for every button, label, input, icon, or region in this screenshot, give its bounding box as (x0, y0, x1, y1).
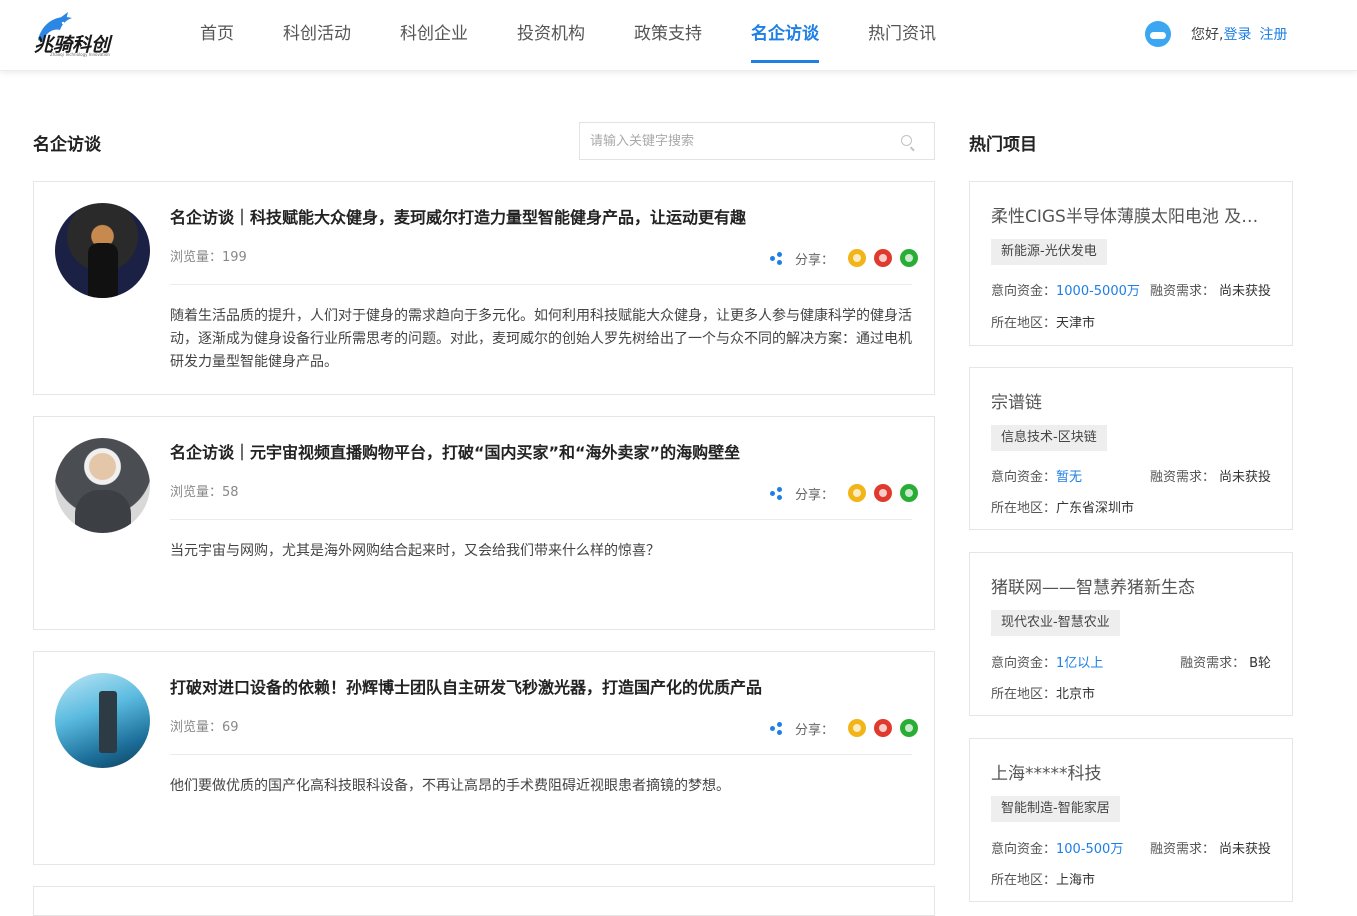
project-fund: 意向资金：1000-5000万 (991, 284, 1140, 299)
project-financing-need: 融资需求： B轮 (1180, 656, 1271, 671)
page-title: 名企访谈 (33, 135, 101, 155)
qzone-icon[interactable] (848, 484, 867, 502)
project-fund: 意向资金：100-500万 (991, 842, 1124, 857)
project-card[interactable]: 上海*****科技 智能制造-智能家居 意向资金：100-500万 融资需求：尚… (969, 738, 1293, 902)
project-name[interactable]: 宗谱链 (991, 388, 1271, 413)
article-title[interactable]: 名企访谈｜科技赋能大众健身，麦珂威尔打造力量型智能健身产品，让运动更有趣 (170, 204, 746, 228)
project-region: 所在地区：上海市 (991, 873, 1096, 888)
article-card[interactable]: 打破对进口设备的依赖！孙辉博士团队自主研发飞秒激光器，打造国产化的优质产品 浏览… (33, 651, 935, 865)
divider (170, 754, 912, 755)
nav-investors[interactable]: 投资机构 (517, 0, 585, 71)
nav-activities[interactable]: 科创活动 (283, 0, 351, 71)
share-label: 分享： (795, 722, 835, 738)
project-card[interactable]: 猪联网——智慧养猪新生态 现代农业-智慧农业 意向资金：1亿以上 融资需求： B轮… (969, 552, 1293, 716)
share-icon (770, 486, 783, 500)
divider (170, 284, 912, 285)
main-nav: 首页 科创活动 科创企业 投资机构 政策支持 名企访谈 热门资讯 (180, 0, 936, 71)
article-title[interactable]: 打破对进口设备的依赖！孙辉博士团队自主研发飞秒激光器，打造国产化的优质产品 (170, 674, 762, 698)
article-title[interactable]: 名企访谈｜元宇宙视频直播购物平台，打破“国内买家”和“海外卖家”的海购壁垒 (170, 439, 740, 463)
project-financing-need: 融资需求： 尚未获投 (1149, 284, 1271, 299)
search-icon[interactable] (901, 135, 912, 146)
project-region: 所在地区：天津市 (991, 316, 1096, 331)
project-tag: 智能制造-智能家居 (991, 796, 1120, 822)
search-box (579, 122, 935, 160)
user-area: 您好, 登录 注册 (1145, 20, 1287, 48)
nav-companies[interactable]: 科创企业 (400, 0, 468, 71)
article-card[interactable]: 名企访谈｜科技赋能大众健身，麦珂威尔打造力量型智能健身产品，让运动更有趣 浏览量… (33, 181, 935, 395)
view-count: 浏览量：58 (170, 485, 239, 500)
share-icon (770, 721, 783, 735)
article-summary: 随着生活品质的提升，人们对于健身的需求趋向于多元化。如何利用科技赋能大众健身，让… (170, 308, 912, 370)
divider (170, 519, 912, 520)
register-link[interactable]: 注册 (1259, 24, 1287, 44)
project-fund: 意向资金：暂无 (991, 470, 1083, 485)
view-count: 浏览量：69 (170, 720, 239, 735)
project-tag: 信息技术-区块链 (991, 425, 1107, 451)
project-name[interactable]: 柔性CIGS半导体薄膜太阳电池 及应用产品 (991, 202, 1271, 227)
nav-policy[interactable]: 政策支持 (634, 0, 702, 71)
article-card[interactable]: 名企访谈｜元宇宙视频直播购物平台，打破“国内买家”和“海外卖家”的海购壁垒 浏览… (33, 416, 935, 630)
greeting-text: 您好, (1191, 27, 1224, 43)
site-header: 兆骑科创 Zhaoqi Technology Innovation 首页 科创活… (0, 0, 1357, 71)
logo-subtitle: Zhaoqi Technology Innovation (50, 52, 110, 57)
qzone-icon[interactable] (848, 719, 867, 737)
login-link[interactable]: 登录 (1223, 24, 1251, 44)
interviewee-photo[interactable] (55, 673, 150, 768)
search-input[interactable] (580, 123, 880, 159)
article-summary: 他们要做优质的国产化高科技眼科设备，不再让高昂的手术费阻碍近视眼患者摘镜的梦想。 (170, 778, 730, 794)
weibo-icon[interactable] (874, 719, 893, 737)
share-bar: 分享： (770, 718, 919, 738)
interviewee-photo[interactable] (55, 203, 150, 298)
project-name[interactable]: 上海*****科技 (991, 759, 1271, 784)
project-card[interactable]: 宗谱链 信息技术-区块链 意向资金：暂无 融资需求： 尚未获投 所在地区：广东省深… (969, 367, 1293, 530)
share-icon (770, 251, 783, 265)
project-card[interactable]: 柔性CIGS半导体薄膜太阳电池 及应用产品 新能源-光伏发电 意向资金：1000… (969, 181, 1293, 346)
sidebar-title: 热门项目 (969, 135, 1037, 155)
project-region: 所在地区：北京市 (991, 687, 1096, 702)
share-bar: 分享： (770, 248, 919, 268)
view-count: 浏览量：199 (170, 250, 247, 265)
share-bar: 分享： (770, 483, 919, 503)
project-region: 所在地区：广东省深圳市 (991, 501, 1135, 516)
interviewee-photo[interactable] (55, 438, 150, 533)
wechat-icon[interactable] (900, 484, 919, 502)
article-card-partial[interactable] (33, 886, 935, 916)
wechat-icon[interactable] (900, 249, 919, 267)
wechat-icon[interactable] (900, 719, 919, 737)
nav-news[interactable]: 热门资讯 (868, 0, 936, 71)
project-tag: 现代农业-智慧农业 (991, 610, 1120, 636)
weibo-icon[interactable] (874, 484, 893, 502)
qzone-icon[interactable] (848, 249, 867, 267)
share-label: 分享： (795, 252, 835, 268)
project-fund: 意向资金：1亿以上 (991, 656, 1104, 671)
share-label: 分享： (795, 487, 835, 503)
project-name[interactable]: 猪联网——智慧养猪新生态 (991, 573, 1271, 598)
site-logo[interactable]: 兆骑科创 Zhaoqi Technology Innovation (32, 10, 124, 58)
article-summary: 当元宇宙与网购，尤其是海外网购结合起来时，又会给我们带来什么样的惊喜？ (170, 543, 660, 559)
project-financing-need: 融资需求： 尚未获投 (1149, 842, 1271, 857)
project-financing-need: 融资需求： 尚未获投 (1149, 470, 1271, 485)
weibo-icon[interactable] (874, 249, 893, 267)
nav-home[interactable]: 首页 (200, 0, 234, 71)
user-avatar-icon[interactable] (1145, 21, 1171, 47)
nav-interviews[interactable]: 名企访谈 (751, 0, 819, 71)
project-tag: 新能源-光伏发电 (991, 239, 1107, 265)
